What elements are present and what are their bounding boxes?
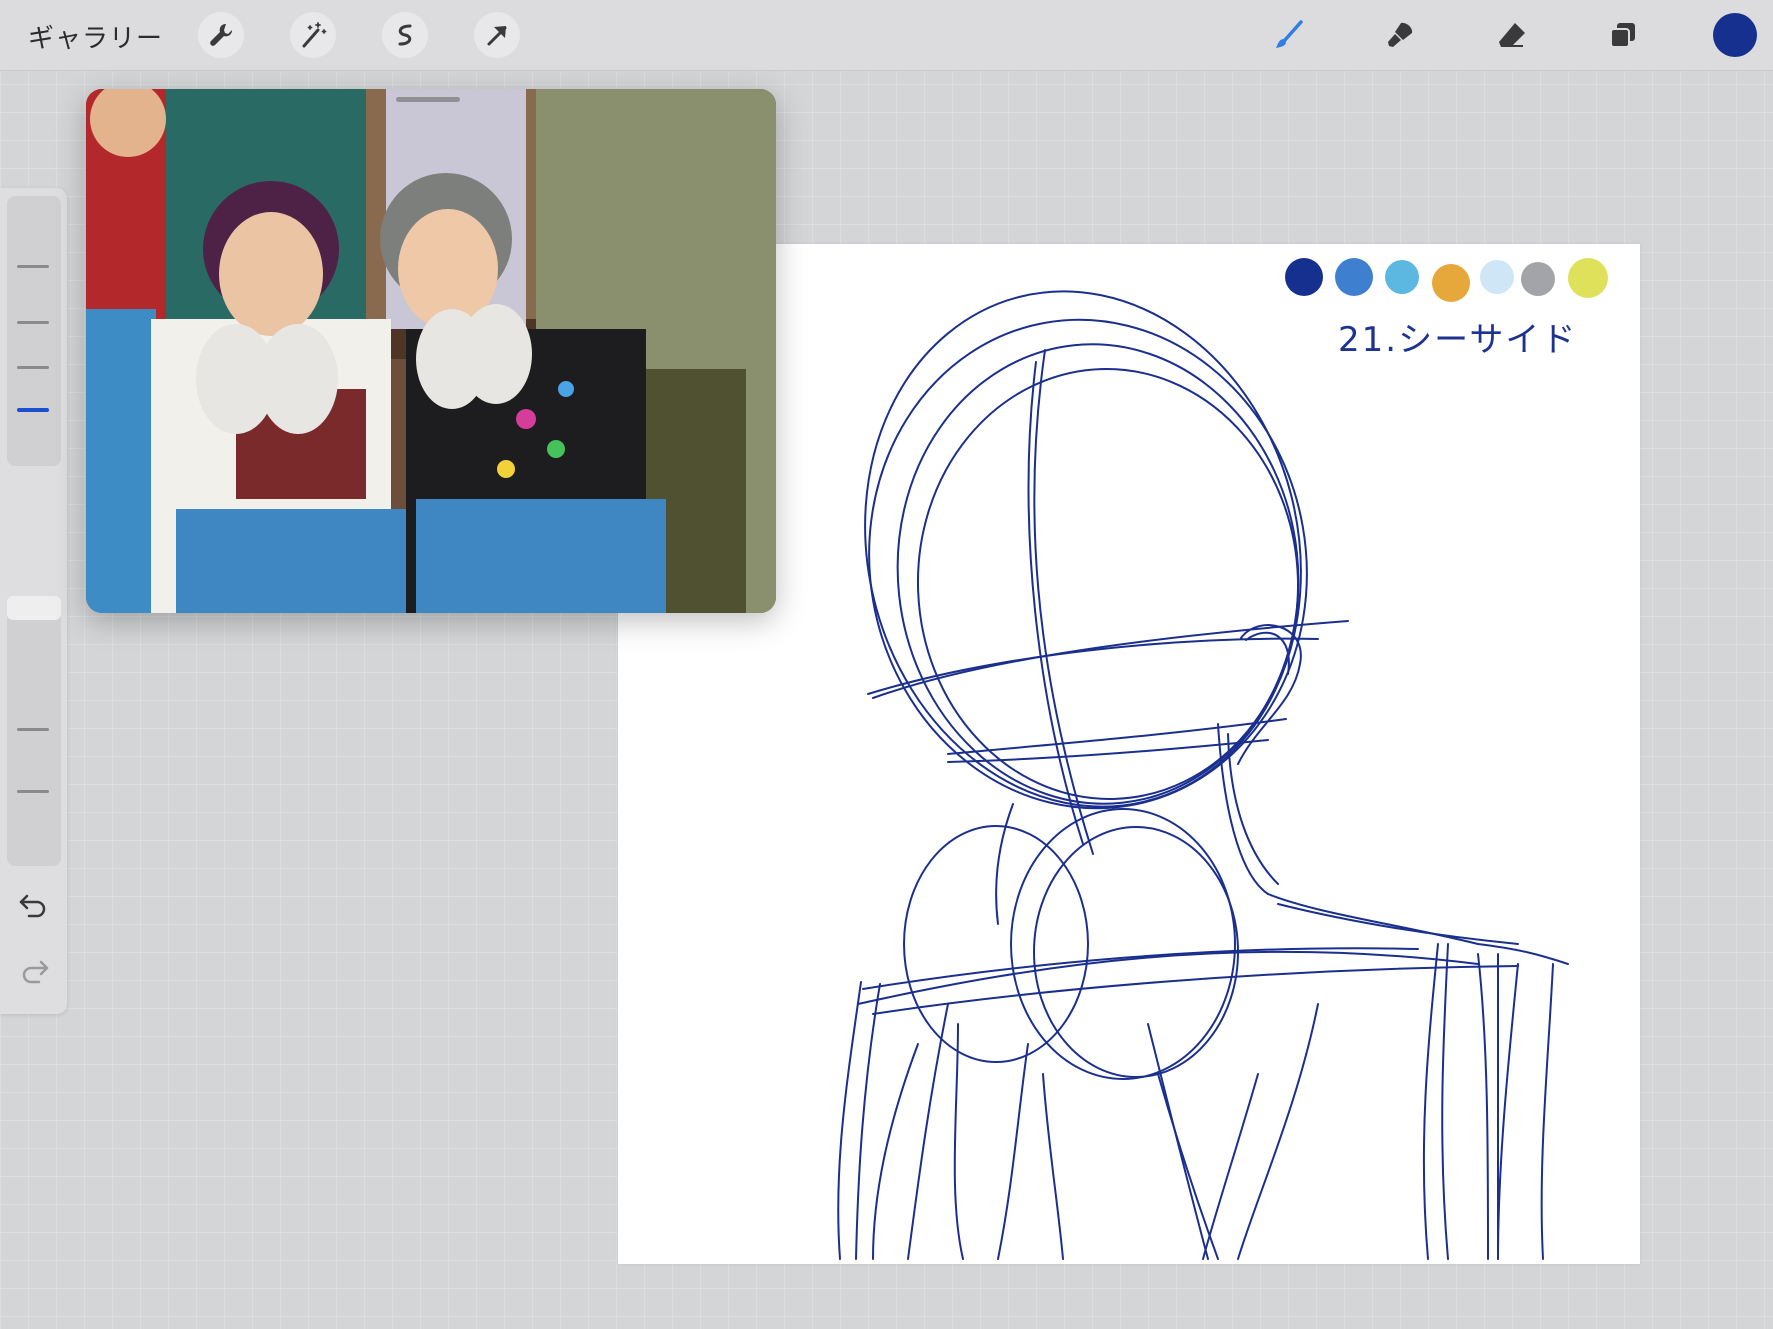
- smudge-icon[interactable]: [1377, 12, 1423, 58]
- undo-icon[interactable]: [17, 888, 51, 922]
- size-slider-handle[interactable]: [17, 408, 49, 412]
- redo-icon[interactable]: [17, 954, 51, 988]
- wrench-icon[interactable]: [198, 12, 244, 58]
- selection-icon[interactable]: [382, 12, 428, 58]
- opacity-slider-handle[interactable]: [7, 596, 61, 620]
- size-tick: [17, 265, 49, 268]
- left-sidebar: [0, 188, 67, 1014]
- top-toolbar: ギャラリー: [0, 0, 1773, 71]
- brush-icon[interactable]: [1265, 12, 1311, 58]
- reference-drag-handle[interactable]: [396, 97, 460, 102]
- opacity-tick: [17, 728, 49, 731]
- eraser-icon[interactable]: [1489, 12, 1535, 58]
- gallery-button[interactable]: ギャラリー: [28, 18, 163, 55]
- opacity-slider[interactable]: [7, 596, 61, 866]
- transform-arrow-icon[interactable]: [474, 12, 520, 58]
- layers-icon[interactable]: [1600, 12, 1646, 58]
- opacity-tick: [17, 790, 49, 793]
- size-tick: [17, 321, 49, 324]
- reference-photo: [86, 89, 776, 613]
- brush-size-slider[interactable]: [7, 196, 61, 466]
- reference-window[interactable]: [86, 89, 776, 613]
- size-tick: [17, 366, 49, 369]
- magic-wand-icon[interactable]: [290, 12, 336, 58]
- color-picker-button[interactable]: [1713, 13, 1757, 57]
